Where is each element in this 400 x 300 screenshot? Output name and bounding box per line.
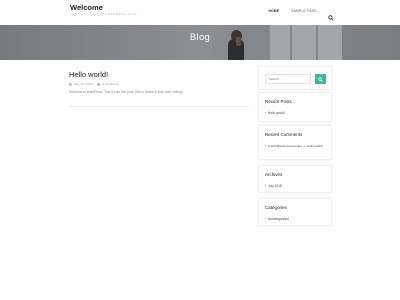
- site-title[interactable]: Welcome: [70, 3, 103, 12]
- search-icon: [318, 76, 323, 82]
- site-header: Welcome Just another WordPress site Home…: [0, 0, 400, 25]
- categories-widget: Categories Uncategorized: [258, 198, 332, 226]
- category-link[interactable]: Uncategorized: [265, 217, 289, 221]
- archives-widget: Archives July 2018: [258, 165, 332, 193]
- recent-posts-widget: Recent Posts Hello world!: [258, 92, 332, 122]
- site-tagline: Just another WordPress site: [70, 12, 137, 16]
- archive-link[interactable]: July 2018: [265, 184, 282, 188]
- recent-post-link[interactable]: Hello world!: [265, 111, 285, 115]
- nav-item-home[interactable]: Home: [268, 9, 279, 13]
- clock-icon: [69, 82, 72, 86]
- widget-title: Recent Posts: [265, 99, 292, 104]
- widget-title: Recent Comments: [265, 132, 303, 137]
- bullet-icon: [265, 112, 267, 114]
- comment-author-link[interactable]: A WordPress Commenter: [268, 144, 302, 148]
- nav-item-sample-page[interactable]: Sample Page: [291, 9, 317, 13]
- recent-comments-widget: Recent Comments A WordPress Commenter on…: [258, 125, 332, 160]
- widget-title: Archives: [265, 172, 283, 177]
- search-icon[interactable]: [328, 8, 334, 21]
- post-comments-link[interactable]: 1 Comment: [102, 82, 118, 86]
- bullet-icon: [265, 185, 267, 187]
- comment-icon: [97, 82, 101, 86]
- main-nav: Home Sample Page: [256, 8, 334, 21]
- search-widget: [258, 66, 332, 90]
- comment-post-link[interactable]: Hello world!: [307, 144, 323, 148]
- hero-banner: Blog: [0, 25, 400, 60]
- post-excerpt: Welcome to WordPress. This is your first…: [69, 90, 183, 94]
- search-button[interactable]: [315, 74, 326, 84]
- post-title[interactable]: Hello world!: [69, 70, 108, 79]
- recent-comment: A WordPress Commenter on Hello world!: [265, 144, 323, 148]
- bullet-icon: [265, 218, 267, 220]
- widget-title: Categories: [265, 205, 287, 210]
- post-date[interactable]: July 13, 2018: [74, 82, 92, 86]
- post-meta: July 13, 2018 1 Comment: [69, 82, 118, 86]
- search-input[interactable]: [265, 74, 311, 84]
- divider: [69, 106, 249, 107]
- bullet-icon: [265, 145, 267, 147]
- page-title: Blog: [189, 32, 211, 43]
